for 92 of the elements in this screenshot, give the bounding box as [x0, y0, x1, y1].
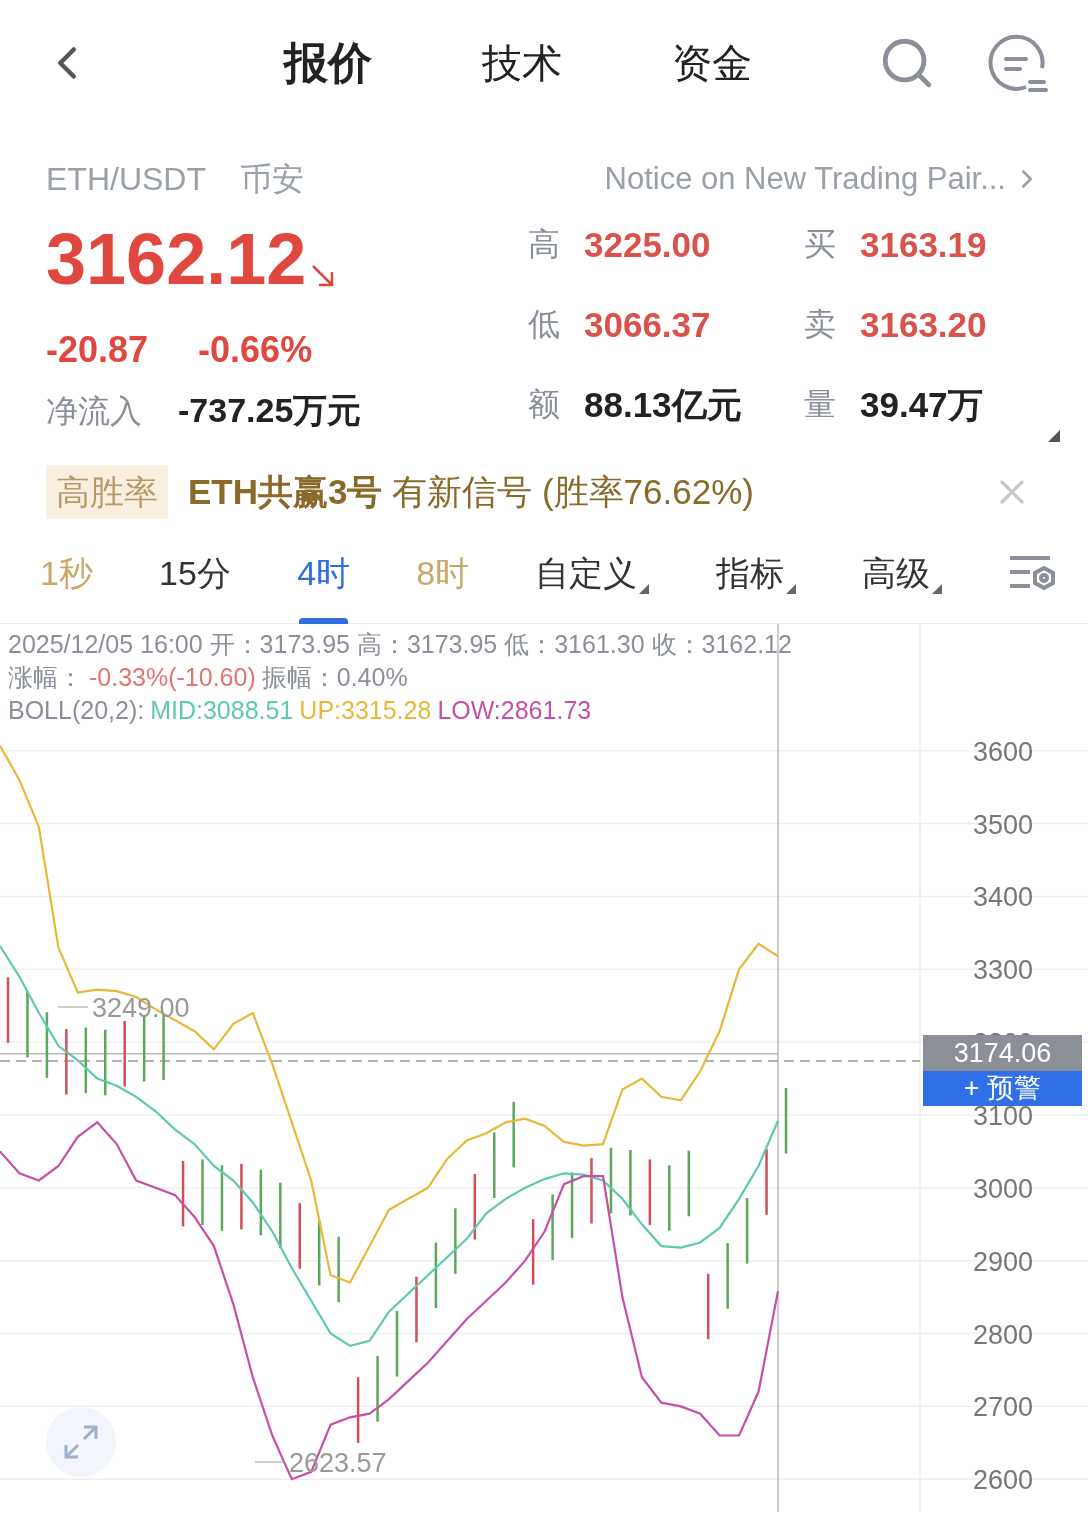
- legend-text: 2025/12/05 16:00 开：3173.95 高：3173.95 低：3161.30 收：3162.12: [8, 629, 792, 660]
- price-tag: 3174.06: [923, 1035, 1082, 1072]
- legend-text: UP:3315.28: [299, 695, 432, 726]
- period-tab[interactable]: 高级: [861, 523, 930, 624]
- axis-label: 3300: [972, 955, 1034, 986]
- legend-text: LOW:2861.73: [437, 695, 592, 726]
- period-tab[interactable]: 指标: [715, 523, 784, 624]
- leader-line: [57, 1006, 89, 1008]
- stat-label: 卖: [804, 308, 837, 340]
- stat-label: 买: [804, 228, 837, 260]
- leader-line: [254, 1461, 286, 1463]
- candlestick: [784, 1088, 788, 1154]
- axis-label: 3000: [972, 1173, 1034, 1204]
- period-tab[interactable]: 15分: [159, 523, 231, 624]
- candlestick: [26, 991, 29, 1058]
- stat-value: 3163.19: [860, 226, 987, 262]
- candlestick: [531, 1219, 535, 1285]
- stat-label: 低: [528, 308, 561, 340]
- last-price: 3162.12: [46, 218, 307, 301]
- axis-label: 3600: [972, 736, 1034, 767]
- stat-value: 3066.37: [584, 306, 711, 342]
- candlestick: [648, 1159, 652, 1225]
- candlestick: [376, 1356, 379, 1422]
- candlestick: [726, 1243, 729, 1309]
- stat-value: 3225.00: [584, 226, 711, 262]
- stat-value: 3163.20: [860, 306, 987, 342]
- legend-text: 涨幅：: [8, 662, 83, 693]
- candlestick: [142, 1015, 146, 1082]
- candlestick: [745, 1198, 749, 1264]
- candlestick: [356, 1377, 360, 1443]
- legend-text: -0.33%(-10.60): [89, 662, 256, 693]
- candlestick: [493, 1132, 496, 1199]
- candlestick: [551, 1194, 554, 1260]
- candlestick: [6, 977, 10, 1043]
- candlestick: [434, 1242, 438, 1309]
- legend-text: BOLL(20,2):: [8, 695, 145, 726]
- candlestick: [84, 1027, 88, 1094]
- candlestick: [259, 1169, 263, 1236]
- candlestick: [337, 1236, 340, 1303]
- inflow-value: -737.25万元: [178, 390, 362, 431]
- candlestick: [454, 1208, 457, 1274]
- period-tab[interactable]: 自定义: [535, 523, 638, 624]
- candlestick: [201, 1159, 204, 1225]
- candlestick: [65, 1029, 68, 1095]
- candlestick: [104, 1029, 107, 1096]
- legend-text: MID:3088.51: [150, 695, 294, 726]
- header-tab[interactable]: 技术: [482, 29, 562, 96]
- period-tab[interactable]: 4时: [297, 523, 351, 624]
- exchange-name: 币安: [240, 160, 304, 199]
- candlestick: [765, 1149, 768, 1215]
- candlestick: [279, 1182, 282, 1249]
- legend-text: 振幅：0.40%: [261, 662, 408, 693]
- axis-label: 2800: [972, 1319, 1034, 1350]
- stat-label: 额: [528, 388, 561, 420]
- expand-icon[interactable]: [62, 1423, 100, 1461]
- candlestick: [512, 1101, 515, 1168]
- candlestick: [415, 1276, 418, 1343]
- alert-button[interactable]: + 预警: [923, 1071, 1082, 1107]
- price-change: -20.87: [46, 328, 149, 372]
- candlestick: [590, 1157, 593, 1224]
- stat-value: 39.47万: [860, 386, 983, 422]
- candlestick: [240, 1163, 243, 1230]
- candlestick: [473, 1174, 477, 1240]
- stat-label: 量: [804, 388, 837, 420]
- candlestick: [181, 1160, 185, 1227]
- stat-value: 88.13亿元: [584, 386, 742, 422]
- signal-badge: 高胜率: [46, 465, 168, 519]
- header-tab[interactable]: 资金: [672, 29, 752, 96]
- percent-change: -0.66%: [198, 328, 313, 372]
- corner-triangle-icon: [1048, 430, 1060, 442]
- stat-label: 高: [528, 228, 561, 260]
- signal-message[interactable]: ETH共赢3号 有新信号 (胜率76.62%): [188, 465, 754, 519]
- candlestick: [706, 1273, 710, 1340]
- candlestick: [298, 1203, 301, 1269]
- candlestick: [570, 1172, 574, 1239]
- candlestick: [687, 1150, 690, 1217]
- axis-label: 2900: [972, 1246, 1034, 1277]
- axis-label: 3500: [972, 809, 1034, 840]
- inflow-label: 净流入: [46, 391, 142, 431]
- header-tab[interactable]: 报价: [284, 29, 372, 96]
- candlestick: [45, 1012, 49, 1078]
- candlestick: [629, 1149, 632, 1216]
- candlestick: [220, 1165, 224, 1231]
- axis-label: 2600: [972, 1465, 1034, 1496]
- candlestick: [395, 1310, 399, 1377]
- axis-label: 3400: [972, 882, 1034, 913]
- candlestick: [668, 1165, 671, 1231]
- candlestick: [317, 1219, 321, 1286]
- candlestick: [123, 1021, 126, 1087]
- pair-symbol: ETH/USDT: [46, 160, 206, 199]
- axis-label: 2700: [972, 1392, 1034, 1423]
- candlestick: [609, 1147, 613, 1214]
